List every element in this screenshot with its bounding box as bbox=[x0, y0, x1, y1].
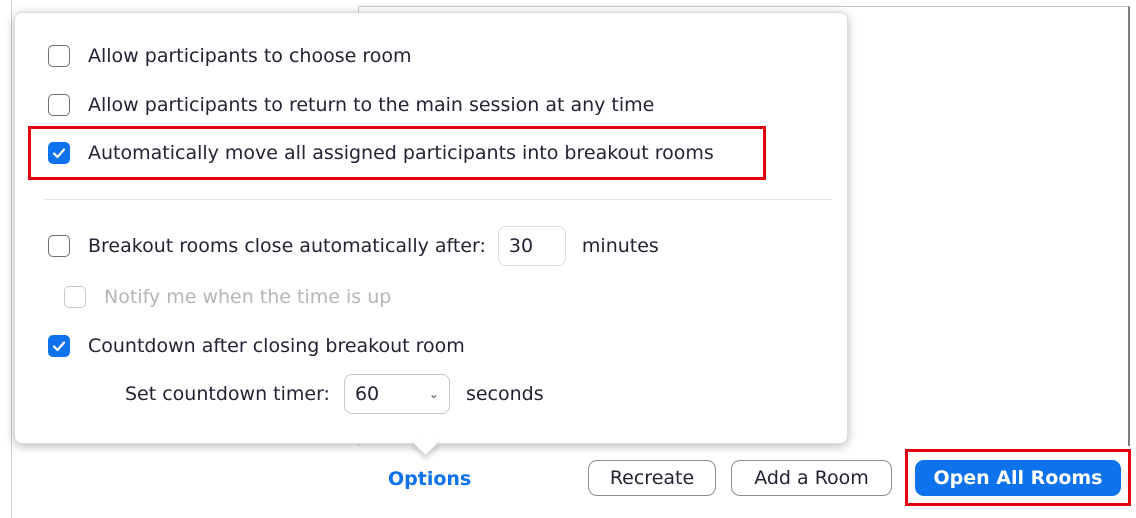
option-close-automatically[interactable]: Breakout rooms close automatically after… bbox=[48, 226, 659, 266]
option-allow-return[interactable]: Allow participants to return to the main… bbox=[48, 94, 654, 116]
option-label: Automatically move all assigned particip… bbox=[88, 142, 714, 164]
checkbox-countdown[interactable] bbox=[48, 335, 70, 357]
background-window-edge bbox=[0, 0, 12, 518]
minutes-unit-label: minutes bbox=[581, 235, 659, 257]
option-notify: Notify me when the time is up bbox=[64, 286, 391, 308]
option-label: Countdown after closing breakout room bbox=[88, 335, 465, 357]
option-countdown[interactable]: Countdown after closing breakout room bbox=[48, 335, 465, 357]
option-label: Allow participants to return to the main… bbox=[88, 94, 655, 116]
option-allow-choose-room[interactable]: Allow participants to choose room bbox=[48, 45, 412, 67]
countdown-timer-label: Set countdown timer: bbox=[125, 383, 330, 405]
option-label: Breakout rooms close automatically after… bbox=[88, 235, 486, 257]
divider bbox=[44, 199, 832, 200]
check-icon bbox=[52, 341, 66, 352]
options-link[interactable]: Options bbox=[388, 468, 471, 490]
chevron-down-icon: ⌄ bbox=[428, 387, 439, 401]
check-icon bbox=[52, 148, 66, 159]
checkbox-close-automatically[interactable] bbox=[48, 235, 70, 257]
checkbox-allow-choose-room[interactable] bbox=[48, 45, 70, 67]
seconds-unit-label: seconds bbox=[465, 383, 544, 405]
open-all-rooms-button[interactable]: Open All Rooms bbox=[915, 460, 1121, 496]
option-label: Allow participants to choose room bbox=[88, 45, 412, 67]
checkbox-allow-return[interactable] bbox=[48, 94, 70, 116]
option-auto-move[interactable]: Automatically move all assigned particip… bbox=[48, 142, 714, 164]
option-label: Notify me when the time is up bbox=[104, 286, 392, 308]
minutes-input[interactable]: 30 bbox=[497, 226, 566, 266]
add-room-button[interactable]: Add a Room bbox=[731, 460, 892, 496]
recreate-button[interactable]: Recreate bbox=[588, 460, 716, 496]
countdown-timer-row: Set countdown timer: 60 ⌄ seconds bbox=[125, 374, 544, 414]
checkbox-auto-move[interactable] bbox=[48, 142, 70, 164]
checkbox-notify bbox=[64, 286, 86, 308]
countdown-timer-select[interactable]: 60 ⌄ bbox=[343, 374, 450, 414]
countdown-timer-value: 60 bbox=[354, 383, 380, 405]
